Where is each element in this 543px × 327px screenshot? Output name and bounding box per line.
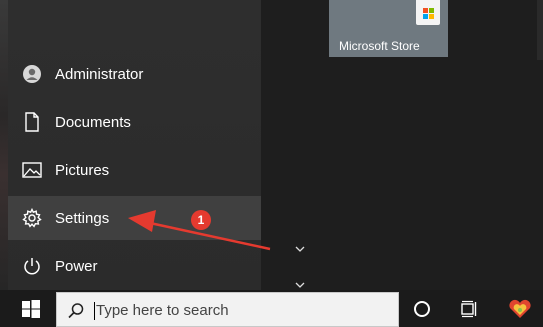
task-view-button[interactable] — [449, 290, 489, 327]
windows-logo-icon — [22, 299, 40, 318]
search-placeholder: Type here to search — [96, 302, 229, 319]
microsoft-store-tile[interactable]: Microsoft Store — [329, 0, 448, 57]
menu-item-documents[interactable]: Documents — [8, 100, 261, 144]
power-icon — [22, 256, 42, 276]
cortana-button[interactable] — [402, 290, 442, 327]
menu-item-label: Pictures — [55, 161, 110, 179]
microsoft-store-label: Microsoft Store — [339, 39, 420, 53]
menu-item-administrator[interactable]: Administrator — [8, 52, 261, 96]
chevron-down-icon[interactable] — [294, 281, 306, 289]
pictures-icon — [22, 160, 42, 180]
chevron-down-icon[interactable] — [294, 245, 306, 253]
gear-icon — [22, 208, 42, 228]
search-icon — [68, 303, 84, 319]
document-icon — [22, 112, 42, 132]
app-heart-icon — [509, 299, 531, 318]
desktop-edge — [0, 0, 8, 290]
cortana-circle-icon — [414, 300, 430, 317]
annotation-badge: 1 — [191, 210, 211, 230]
taskbar-search-box[interactable]: Type here to search — [56, 292, 399, 327]
store-bag-icon — [416, 0, 440, 25]
menu-item-label: Documents — [55, 113, 131, 131]
start-button[interactable] — [8, 290, 54, 327]
menu-item-power[interactable]: Power — [8, 244, 261, 288]
menu-item-label: Power — [55, 257, 98, 275]
user-avatar-icon — [22, 64, 42, 84]
menu-item-pictures[interactable]: Pictures — [8, 148, 261, 192]
menu-item-label: Settings — [55, 209, 110, 227]
task-view-icon — [461, 300, 477, 317]
tiles-edge — [537, 0, 543, 60]
text-caret — [94, 302, 95, 320]
menu-item-label: Administrator — [55, 65, 144, 83]
menu-item-settings[interactable]: Settings — [8, 196, 261, 240]
taskbar-app-button[interactable] — [500, 290, 540, 327]
